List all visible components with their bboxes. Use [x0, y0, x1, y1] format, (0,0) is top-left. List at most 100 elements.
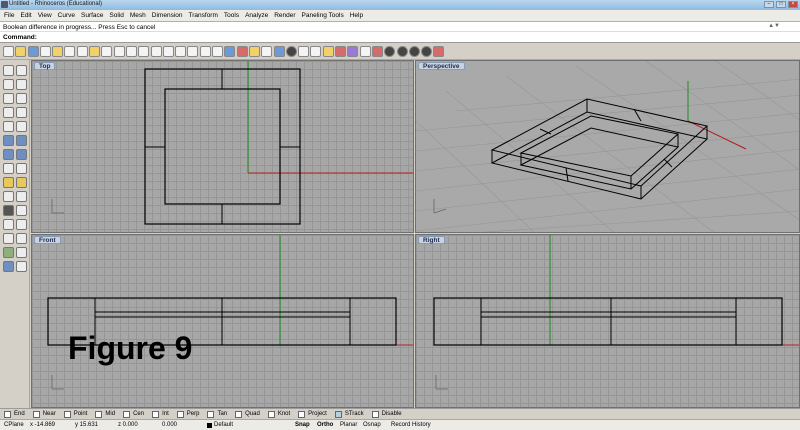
viewport-right-label[interactable]: Right — [418, 236, 445, 244]
mirror-icon[interactable] — [16, 247, 27, 258]
save-icon[interactable] — [27, 45, 39, 57]
dimension-icon[interactable] — [3, 261, 14, 272]
set-view-icon[interactable] — [224, 45, 236, 57]
extra-tool-6-icon[interactable] — [421, 45, 433, 57]
osnap-tan-checkbox[interactable] — [207, 410, 215, 418]
record-history-toggle[interactable]: Record History — [391, 422, 431, 428]
menu-transform[interactable]: Transform — [189, 12, 218, 19]
array-icon[interactable] — [3, 247, 14, 258]
circle-icon[interactable] — [3, 93, 14, 104]
cplane-icon[interactable] — [212, 45, 224, 57]
print-icon[interactable] — [39, 45, 51, 57]
osnap-knot[interactable]: Knot — [267, 410, 290, 418]
osnap-mid-checkbox[interactable] — [95, 410, 103, 418]
planar-toggle[interactable]: Planar — [340, 422, 357, 428]
text-icon[interactable] — [16, 261, 27, 272]
boolean-union-icon[interactable] — [3, 177, 14, 188]
osnap-toggle[interactable]: Osnap — [363, 422, 381, 428]
osnap-project[interactable]: Project — [298, 410, 327, 418]
menu-view[interactable]: View — [38, 12, 52, 19]
new-file-icon[interactable] — [3, 45, 14, 57]
history-scroll-icon[interactable]: ▲▼ — [768, 23, 780, 29]
menu-solid[interactable]: Solid — [109, 12, 123, 19]
osnap-strack[interactable]: STrack — [334, 410, 364, 418]
menu-surface[interactable]: Surface — [81, 12, 103, 19]
osnap-disable-checkbox[interactable] — [371, 410, 379, 418]
osnap-int-checkbox[interactable] — [152, 410, 160, 418]
render-sphere-icon[interactable] — [310, 45, 322, 57]
zoom-window-icon[interactable] — [162, 45, 174, 57]
osnap-quad[interactable]: Quad — [235, 410, 260, 418]
menu-file[interactable]: File — [4, 12, 14, 19]
menu-paneling-tools[interactable]: Paneling Tools — [302, 12, 344, 19]
osnap-cen[interactable]: Cen — [123, 410, 144, 418]
select-pointer-icon[interactable] — [3, 65, 14, 76]
viewport-perspective[interactable]: Perspective — [415, 60, 800, 233]
options-icon[interactable] — [335, 45, 347, 57]
osnap-end-checkbox[interactable] — [4, 410, 11, 418]
wireframe-sphere-icon[interactable] — [298, 45, 310, 57]
extra-tool-1-icon[interactable] — [359, 45, 371, 57]
osnap-int[interactable]: Int — [152, 410, 169, 418]
close-button[interactable]: × — [788, 1, 798, 8]
menu-curve[interactable]: Curve — [58, 12, 75, 19]
undo-icon[interactable] — [101, 45, 113, 57]
osnap-perp[interactable]: Perp — [176, 410, 199, 418]
menu-edit[interactable]: Edit — [20, 12, 31, 19]
mesh-tools-icon[interactable] — [16, 163, 27, 174]
curve-icon[interactable] — [16, 79, 27, 90]
osnap-perp-checkbox[interactable] — [176, 410, 184, 418]
fillet-curve-icon[interactable] — [16, 121, 27, 132]
viewport-front[interactable]: Front — [31, 234, 414, 408]
osnap-mid[interactable]: Mid — [95, 410, 115, 418]
command-input[interactable] — [38, 33, 798, 42]
menu-mesh[interactable]: Mesh — [130, 12, 146, 19]
extra-tool-5-icon[interactable] — [408, 45, 420, 57]
menu-tools[interactable]: Tools — [224, 12, 239, 19]
import-icon[interactable] — [52, 45, 64, 57]
mesh-icon[interactable] — [3, 163, 14, 174]
join-icon[interactable] — [3, 219, 14, 230]
zoom-extents-icon[interactable] — [175, 45, 187, 57]
menu-analyze[interactable]: Analyze — [245, 12, 268, 19]
extra-tool-2-icon[interactable] — [371, 45, 383, 57]
extra-tool-3-icon[interactable] — [384, 45, 396, 57]
minimize-button[interactable]: – — [764, 1, 774, 8]
viewport-front-label[interactable]: Front — [34, 236, 61, 244]
point-icon[interactable] — [16, 65, 27, 76]
four-viewports-icon[interactable] — [199, 45, 211, 57]
layer-icon[interactable] — [273, 45, 285, 57]
extra-tool-4-icon[interactable] — [396, 45, 408, 57]
osnap-knot-checkbox[interactable] — [267, 410, 275, 418]
box-icon[interactable] — [3, 149, 14, 160]
help-icon[interactable] — [347, 45, 359, 57]
copy-icon[interactable] — [76, 45, 88, 57]
snap-toggle[interactable]: Snap — [295, 422, 310, 428]
menu-help[interactable]: Help — [350, 12, 363, 19]
polygon-icon[interactable] — [3, 121, 14, 132]
surface-icon[interactable] — [3, 135, 14, 146]
sphere-icon[interactable] — [16, 149, 27, 160]
trim-icon[interactable] — [16, 205, 27, 216]
osnap-tan[interactable]: Tan — [207, 410, 227, 418]
arc-icon[interactable] — [3, 107, 14, 118]
viewport-right[interactable]: Right — [415, 234, 800, 408]
viewport-top[interactable]: Top — [31, 60, 414, 233]
osnap-strack-checkbox[interactable] — [334, 410, 342, 418]
osnap-cen-checkbox[interactable] — [123, 410, 131, 418]
fillet-edge-icon[interactable] — [3, 191, 14, 202]
open-file-icon[interactable] — [15, 45, 27, 57]
properties-icon[interactable] — [236, 45, 248, 57]
render-icon[interactable] — [322, 45, 334, 57]
osnap-point-checkbox[interactable] — [63, 410, 71, 418]
zoom-dynamic-icon[interactable] — [150, 45, 162, 57]
select-icon[interactable] — [113, 45, 125, 57]
cut-icon[interactable] — [64, 45, 76, 57]
zoom-selected-icon[interactable] — [187, 45, 199, 57]
osnap-near[interactable]: Near — [32, 410, 56, 418]
lock-icon[interactable] — [261, 45, 273, 57]
rectangle-icon[interactable] — [16, 107, 27, 118]
copy-object-icon[interactable] — [16, 233, 27, 244]
rotate-view-icon[interactable] — [138, 45, 150, 57]
explode-icon[interactable] — [16, 219, 27, 230]
